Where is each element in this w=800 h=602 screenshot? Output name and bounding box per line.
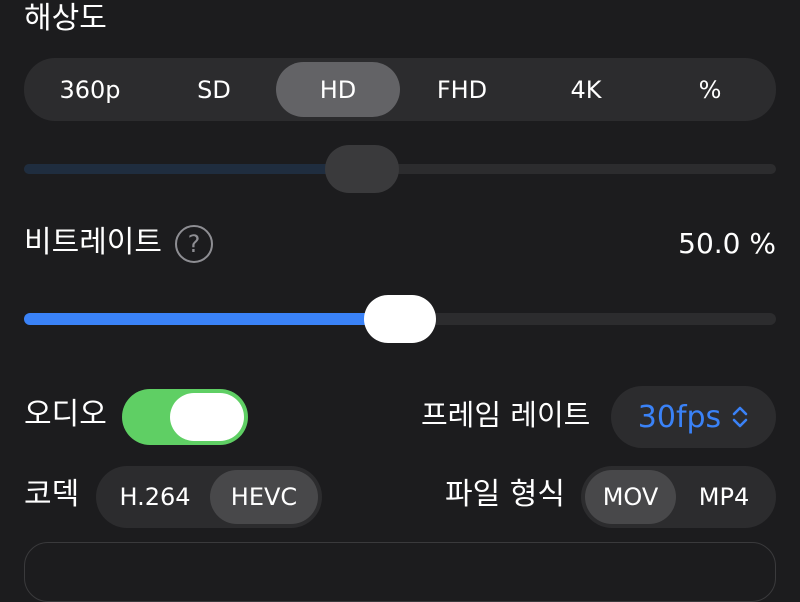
file-format-option-mov[interactable]: MOV	[585, 470, 676, 524]
resolution-title: 해상도	[24, 1, 107, 36]
resolution-option-fhd[interactable]: FHD	[400, 62, 524, 117]
resolution-option-percent[interactable]: %	[648, 62, 772, 117]
codec-option-h264[interactable]: H.264	[100, 470, 210, 524]
bitrate-slider-fill	[24, 313, 400, 325]
resolution-slider-fill	[24, 164, 363, 174]
audio-label: 오디오	[24, 397, 107, 432]
audio-toggle-knob	[170, 393, 244, 441]
codec-segmented-control[interactable]: H.264 HEVC	[96, 466, 322, 528]
resolution-segmented-control[interactable]: 360p SD HD FHD 4K %	[24, 58, 776, 121]
audio-toggle[interactable]	[122, 389, 248, 445]
resolution-slider-thumb[interactable]	[325, 145, 400, 193]
codec-option-hevc[interactable]: HEVC	[210, 470, 318, 524]
frame-rate-value: 30fps	[637, 399, 722, 435]
bottom-card	[24, 542, 776, 602]
resolution-option-hd[interactable]: HD	[276, 62, 400, 117]
help-glyph: ?	[187, 230, 201, 258]
frame-rate-picker[interactable]: 30fps	[611, 386, 776, 448]
frame-rate-label: 프레임 레이트	[421, 398, 591, 432]
resolution-option-360p[interactable]: 360p	[28, 62, 152, 117]
bitrate-value: 50.0 %	[678, 227, 776, 260]
file-format-segmented-control[interactable]: MOV MP4	[581, 466, 776, 528]
bitrate-title: 비트레이트	[24, 225, 162, 260]
help-icon[interactable]: ?	[175, 225, 213, 263]
resolution-slider-track[interactable]	[24, 164, 776, 174]
file-format-option-mp4[interactable]: MP4	[676, 470, 772, 524]
chevron-up-down-icon	[732, 406, 748, 428]
resolution-option-sd[interactable]: SD	[152, 62, 276, 117]
resolution-option-4k[interactable]: 4K	[524, 62, 648, 117]
bitrate-slider-thumb[interactable]	[364, 295, 436, 343]
codec-label: 코덱	[24, 477, 80, 512]
file-format-label: 파일 형식	[445, 477, 565, 512]
